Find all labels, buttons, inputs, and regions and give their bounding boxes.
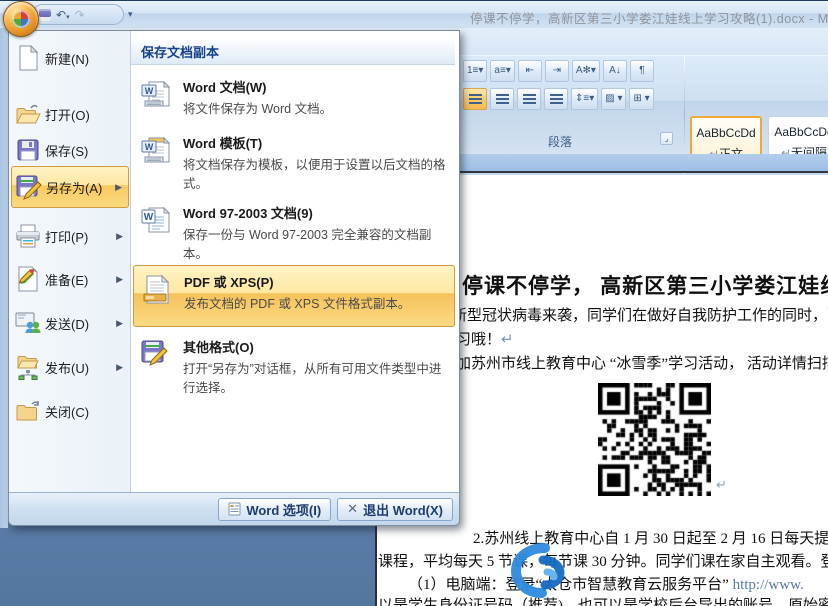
save-icon xyxy=(11,138,45,162)
office-button[interactable] xyxy=(3,1,39,37)
office-logo-icon xyxy=(12,10,30,28)
other-formats-icon xyxy=(141,337,183,397)
submenu-arrow-icon: ▶ xyxy=(115,182,122,193)
align-lines-icon xyxy=(550,94,563,105)
align-lines-icon xyxy=(523,94,536,105)
submenu-header: 保存文档副本 xyxy=(131,39,455,65)
align-center-button[interactable] xyxy=(490,88,514,110)
prepare-document-icon xyxy=(11,266,45,292)
word-template-icon: W xyxy=(141,133,183,193)
menu-item-send[interactable]: 发送(D) ▶ xyxy=(11,304,129,342)
qr-code-image xyxy=(598,383,711,496)
multilevel-list-button[interactable]: a≡▾ xyxy=(490,60,514,82)
word-document-icon: W xyxy=(141,77,183,119)
undo-icon[interactable]: ↶▾ xyxy=(56,9,70,21)
window-title: 停课不停学，高新区第三小学娄江娃线上学习攻略(1).docx - Micr xyxy=(470,8,828,27)
show-marks-button[interactable]: ¶ xyxy=(630,60,654,82)
word-window: 1≡▾ a≡▾ ⇤ ⇥ A✻▾ A↓ ¶ ⇕≡▾ ▨ ▾ ⊞ ▾ 段落 ⌟ xyxy=(0,0,828,606)
submenu-arrow-icon: ▶ xyxy=(116,274,123,285)
document-paragraph: （1）电脑端：登录“太仓市智慧教育云服务平台” http://www. xyxy=(408,573,804,594)
svg-text:W: W xyxy=(144,212,154,223)
open-folder-icon xyxy=(11,102,45,126)
style-sample-text: AaBbCcDd xyxy=(692,126,760,140)
line-spacing-button[interactable]: ⇕≡▾ xyxy=(571,88,598,110)
submenu-arrow-icon: ▶ xyxy=(116,362,123,373)
office-menu: 新建(N) 打开(O) 保存(S) 另存为(A) ▶ xyxy=(8,30,460,526)
window-frame-edge xyxy=(0,28,8,528)
word-options-icon xyxy=(228,502,241,516)
align-left-button[interactable] xyxy=(463,88,487,110)
send-email-icon xyxy=(11,311,45,335)
video-watermark-logo xyxy=(505,541,585,601)
asian-layout-button[interactable]: A✻▾ xyxy=(572,60,600,82)
justify-button[interactable] xyxy=(544,88,568,110)
sort-button[interactable]: A↓ xyxy=(603,60,627,82)
svg-text:W: W xyxy=(145,142,154,152)
menu-item-close[interactable]: 关闭(C) xyxy=(11,392,129,430)
document-paragraph: 以是学生身份证号码（推荐)，也可以是学校后台导出的账号，原始密码 xyxy=(378,594,828,606)
decrease-indent-button[interactable]: ⇤ xyxy=(518,60,542,82)
publish-folder-icon xyxy=(11,354,45,380)
exit-word-button[interactable]: ✕ 退出 Word(X) xyxy=(337,498,453,521)
document-title: 停课不停学， 高新区第三小学娄江娃线上学 xyxy=(462,270,828,300)
word-options-button[interactable]: Word 选项(I) xyxy=(218,498,331,521)
submenu-item-word-97-2003[interactable]: W Word 97-2003 文档(9) 保存一份与 Word 97-2003 … xyxy=(133,197,455,263)
hyperlink-text[interactable]: http://www. xyxy=(733,577,804,593)
shading-button[interactable]: ▨ ▾ xyxy=(601,88,626,110)
menu-item-prepare[interactable]: 准备(E) ▶ xyxy=(11,260,129,298)
menu-item-publish[interactable]: 发布(U) ▶ xyxy=(11,348,129,386)
document-paragraph: 课程，平均每天 5 节课，每节课 30 分钟。同学们课在家自主观看。登 xyxy=(378,550,828,571)
align-lines-icon xyxy=(496,94,509,105)
document-paragraph: 加苏州市线上教育中心 “冰雪季”学习活动， 活动详情扫描二 xyxy=(456,352,828,373)
numbered-list-button[interactable]: 1≡▾ xyxy=(463,60,487,82)
title-bar[interactable]: ↶▾ ↷ ▾ 停课不停学，高新区第三小学娄江娃线上学习攻略(1).docx - … xyxy=(0,0,828,28)
close-folder-icon xyxy=(11,399,45,423)
menu-item-open[interactable]: 打开(O) xyxy=(11,95,129,133)
paragraph-dialog-launcher[interactable]: ⌟ xyxy=(660,132,673,145)
word-97-2003-icon: W xyxy=(141,203,183,263)
save-as-submenu: 保存文档副本 W Word 文档(W) 将文件保存为 Word 文档。 W Wo… xyxy=(131,31,459,493)
menu-item-save-as[interactable]: 另存为(A) ▶ xyxy=(11,166,129,208)
pdf-xps-icon xyxy=(142,272,184,326)
increase-indent-button[interactable]: ⇥ xyxy=(545,60,569,82)
submenu-item-word-template[interactable]: W Word 模板(T) 将文档保存为模板，以便用于设置以后文档的格式。 xyxy=(133,127,455,193)
align-lines-icon xyxy=(469,94,482,105)
document-paragraph: 新型冠状病毒来袭，同学们在做好自我防护工作的同时，可以 xyxy=(452,304,828,325)
office-menu-footer: Word 选项(I) ✕ 退出 Word(X) xyxy=(9,492,459,525)
paragraph-group-label: 段落 xyxy=(548,133,572,150)
close-x-icon: ✕ xyxy=(347,501,358,517)
office-menu-left-pane: 新建(N) 打开(O) 保存(S) 另存为(A) ▶ xyxy=(9,31,131,493)
save-icon[interactable] xyxy=(39,9,51,21)
document-paragraph: 习哦！↵ xyxy=(456,328,514,349)
submenu-item-word-document[interactable]: W Word 文档(W) 将文件保存为 Word 文档。 xyxy=(133,71,455,119)
customize-qat-icon[interactable]: ▾ xyxy=(128,9,133,20)
quick-access-toolbar: ↶▾ ↷ xyxy=(32,4,124,25)
style-sample-text: AaBbCcDd xyxy=(769,125,828,139)
submenu-item-pdf-xps[interactable]: PDF 或 XPS(P) 发布文档的 PDF 或 XPS 文件格式副本。 xyxy=(133,265,455,327)
submenu-item-other-formats[interactable]: 其他格式(O) 打开“另存为”对话框，从所有可用文件类型中进行选择。 xyxy=(133,331,455,397)
menu-item-save[interactable]: 保存(S) xyxy=(11,131,129,169)
paragraph-mark: ↵ xyxy=(716,478,727,493)
submenu-arrow-icon: ▶ xyxy=(116,318,123,329)
new-document-icon xyxy=(11,45,45,71)
menu-item-new[interactable]: 新建(N) xyxy=(11,39,129,77)
redo-icon[interactable]: ↷ xyxy=(75,9,85,21)
align-right-button[interactable] xyxy=(517,88,541,110)
submenu-arrow-icon: ▶ xyxy=(116,231,123,242)
svg-text:W: W xyxy=(145,86,154,96)
borders-button[interactable]: ⊞ ▾ xyxy=(629,88,653,110)
menu-item-print[interactable]: 打印(P) ▶ xyxy=(11,217,129,255)
save-as-icon xyxy=(12,174,46,200)
printer-icon xyxy=(11,224,45,248)
